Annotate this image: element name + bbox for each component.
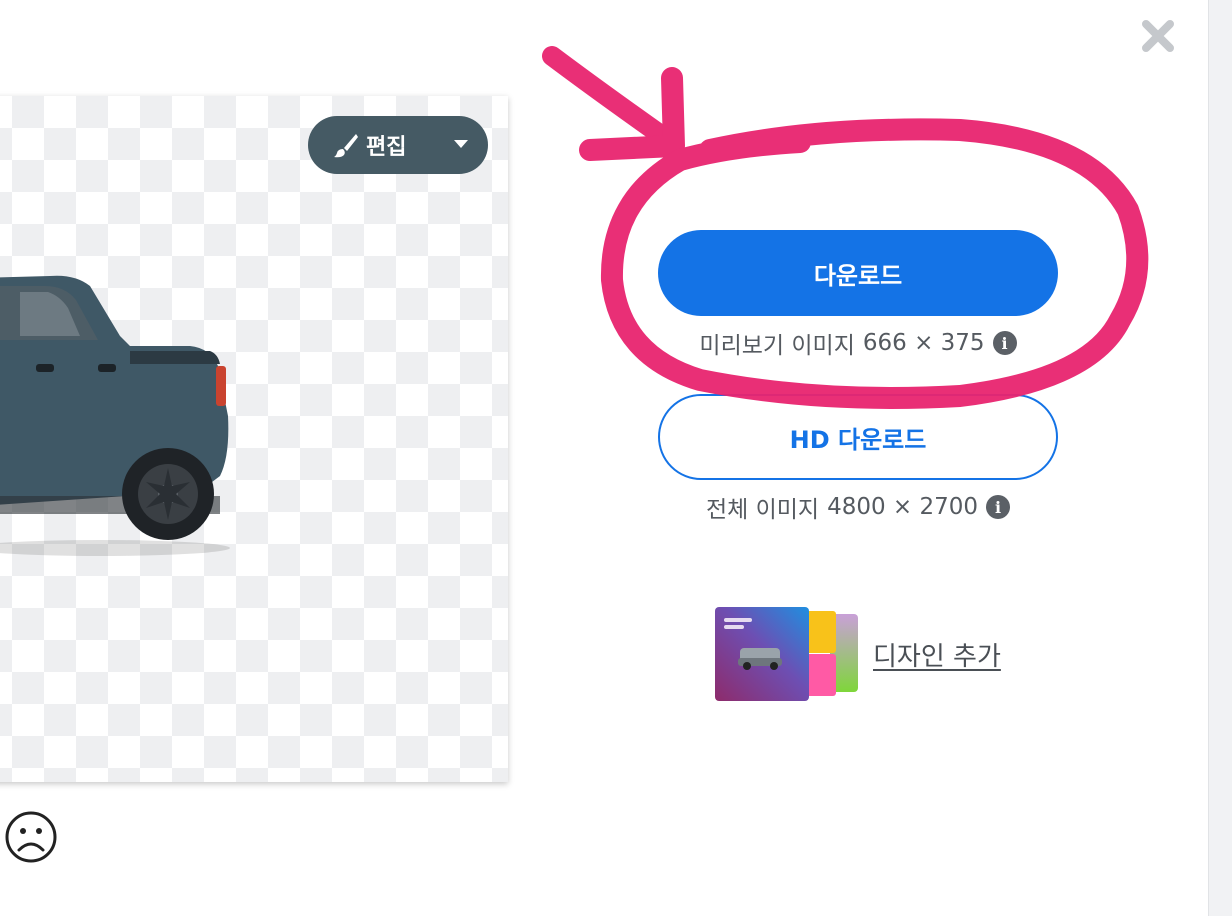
edit-button[interactable]: 편집 bbox=[308, 116, 488, 174]
edit-button-label: 편집 bbox=[366, 135, 407, 160]
image-preview bbox=[0, 96, 508, 782]
download-button[interactable]: 다운로드 bbox=[658, 230, 1058, 316]
caret-down-icon[interactable] bbox=[454, 140, 468, 148]
full-size: 4800 × 2700 bbox=[827, 494, 979, 520]
design-thumbnail[interactable] bbox=[714, 606, 864, 706]
car-image bbox=[0, 275, 230, 556]
add-design-link[interactable]: 디자인 추가 bbox=[873, 636, 1001, 673]
full-size-info: 전체 이미지 4800 × 2700 i bbox=[600, 490, 1116, 524]
preview-size: 666 × 375 bbox=[862, 330, 985, 356]
sad-face-icon[interactable] bbox=[4, 810, 58, 864]
hd-download-button[interactable]: HD 다운로드 bbox=[658, 394, 1058, 480]
brush-icon bbox=[334, 134, 358, 158]
preview-size-info: 미리보기 이미지 666 × 375 i bbox=[600, 326, 1116, 360]
info-icon[interactable]: i bbox=[986, 495, 1011, 519]
scrollbar-track[interactable] bbox=[1208, 0, 1232, 916]
info-icon[interactable]: i bbox=[992, 331, 1017, 355]
hd-download-button-label: HD 다운로드 bbox=[789, 425, 927, 454]
preview-label: 미리보기 이미지 bbox=[699, 333, 855, 359]
full-label: 전체 이미지 bbox=[705, 497, 820, 523]
close-icon[interactable] bbox=[1138, 16, 1178, 56]
download-button-label: 다운로드 bbox=[813, 261, 903, 290]
